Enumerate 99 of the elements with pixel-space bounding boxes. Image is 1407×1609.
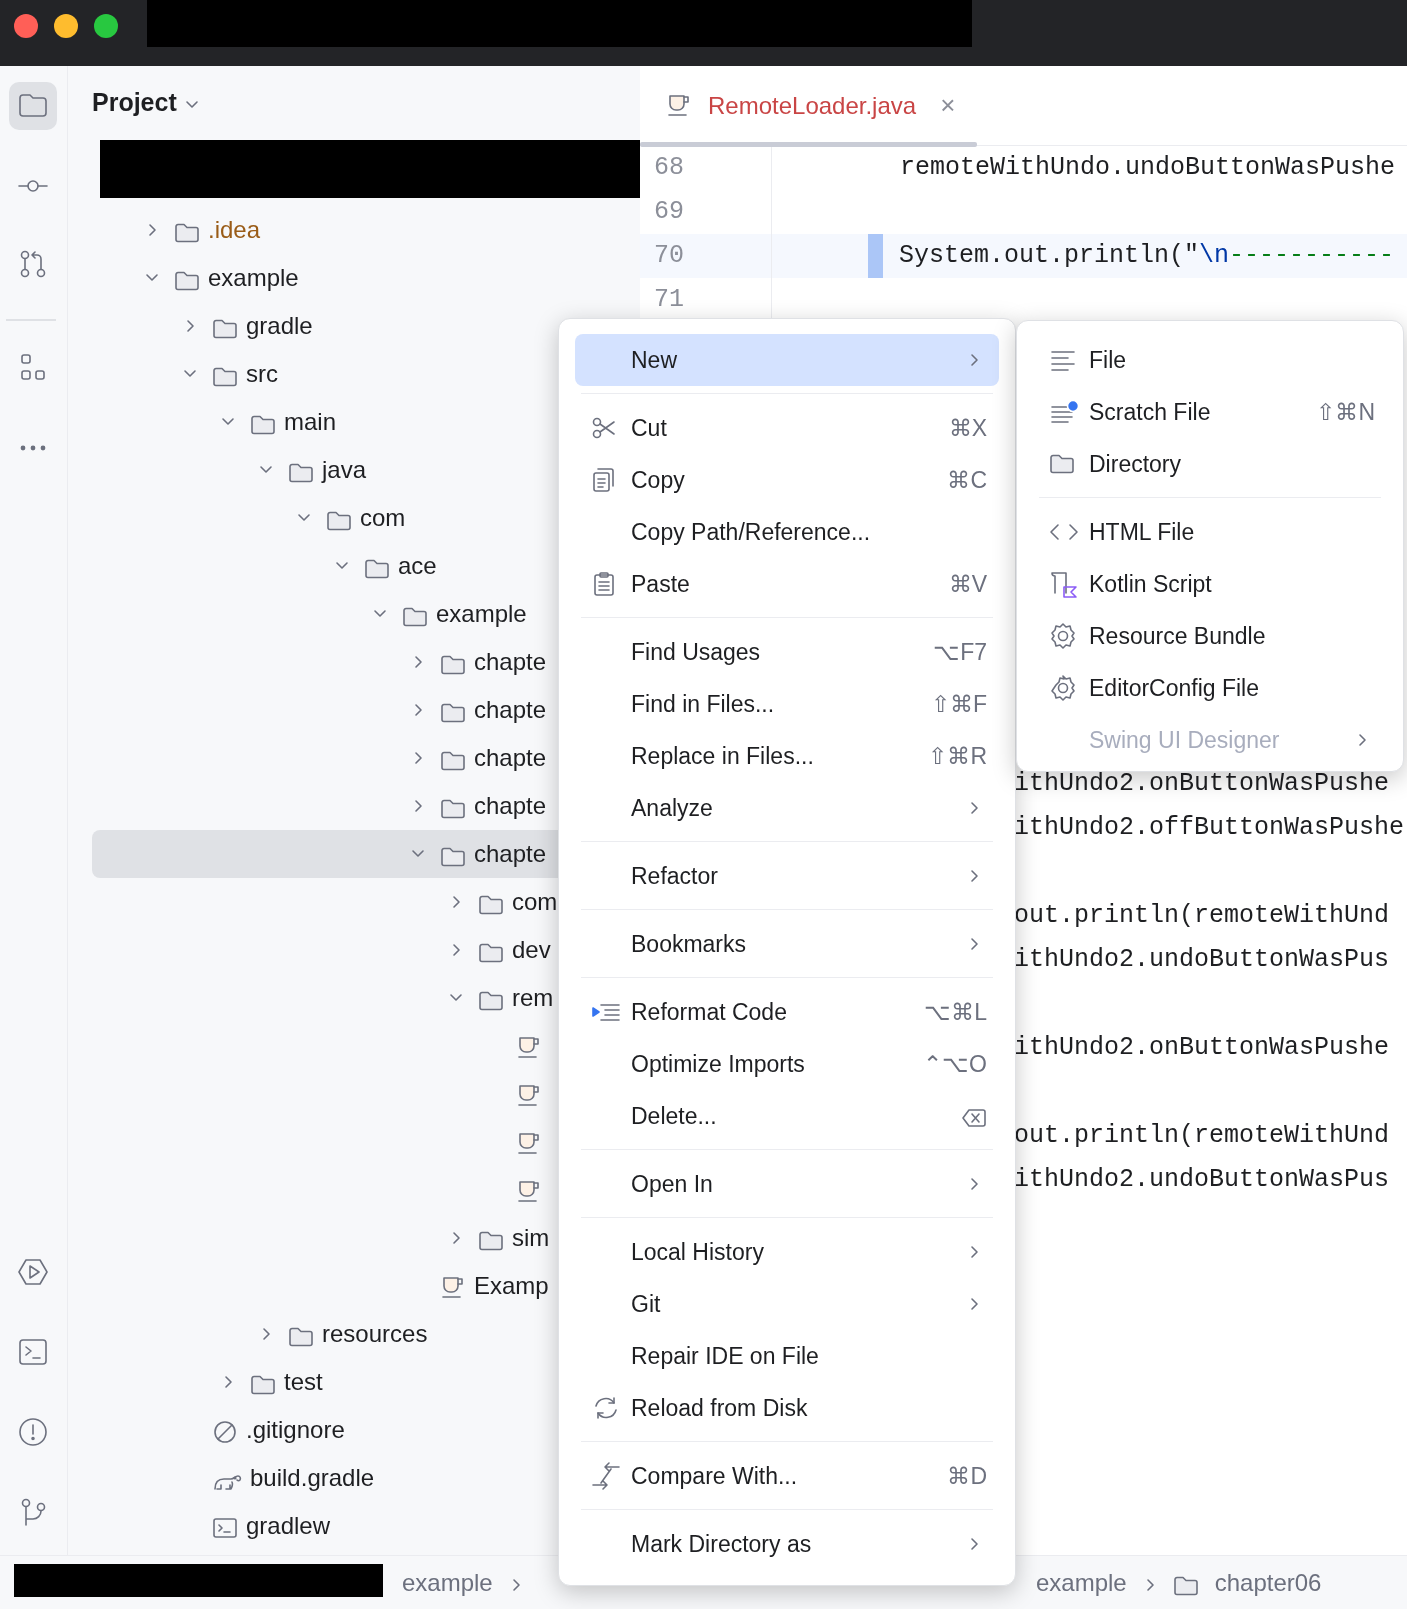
menu-item[interactable]: Scratch File ⇧⌘N bbox=[1033, 386, 1387, 438]
menu-item[interactable]: Repair IDE on File bbox=[575, 1330, 999, 1382]
menu-item[interactable]: Copy Path/Reference... bbox=[575, 506, 999, 558]
tab-title: RemoteLoader.java bbox=[708, 90, 917, 121]
line-number: 70 bbox=[640, 234, 772, 278]
tree-item[interactable]: chapte bbox=[474, 692, 547, 728]
code-line: ithUndo2.undoButtonWasPus bbox=[1014, 944, 1390, 977]
code-line: ithUndo2.undoButtonWasPus bbox=[1014, 1164, 1390, 1197]
code-line: ithUndo2.onButtonWasPushe bbox=[1014, 768, 1390, 801]
menu-item[interactable]: Paste ⌘V bbox=[575, 558, 999, 610]
code-line: remoteWithUndo.undoButtonWasPushe bbox=[900, 152, 1396, 185]
menu-item[interactable]: Directory bbox=[1033, 438, 1387, 490]
menu-item[interactable]: HTML File bbox=[1033, 506, 1387, 558]
editor-tab[interactable]: RemoteLoader.java × bbox=[640, 66, 978, 146]
shortcut-text: ⇧⌘N bbox=[1315, 397, 1375, 427]
tree-item[interactable]: sim bbox=[512, 1220, 550, 1256]
tree-item[interactable]: Examp bbox=[474, 1268, 549, 1304]
menu-item[interactable]: Optimize Imports ⌃⌥O bbox=[575, 1038, 999, 1090]
shortcut-text: ⌘V bbox=[947, 569, 987, 599]
compare-icon bbox=[591, 1461, 621, 1491]
code-line: System.out.println("\n----------- bbox=[899, 240, 1395, 273]
shortcut-text: ⌘C bbox=[946, 465, 987, 495]
menu-item[interactable]: Kotlin Script bbox=[1033, 558, 1387, 610]
close-window-button[interactable] bbox=[14, 14, 38, 38]
angle-brackets-icon bbox=[1049, 521, 1079, 543]
tree-item[interactable]: main bbox=[284, 404, 337, 440]
problems-icon[interactable] bbox=[17, 1416, 49, 1448]
tree-item[interactable]: chapte bbox=[474, 788, 547, 824]
tree-item[interactable]: chapte bbox=[474, 836, 547, 872]
shortcut-text: ⌥F7 bbox=[932, 637, 987, 667]
run-services-icon[interactable] bbox=[17, 1256, 49, 1288]
code-line: ithUndo2.offButtonWasPushe bbox=[1014, 812, 1405, 845]
gear-icon bbox=[1049, 674, 1077, 702]
tree-item[interactable]: rem bbox=[512, 980, 554, 1016]
tree-item[interactable]: src bbox=[246, 356, 278, 392]
tree-item[interactable]: build.gradle bbox=[250, 1460, 375, 1496]
scissors-icon bbox=[591, 415, 617, 441]
code-line: ithUndo2.onButtonWasPushe bbox=[1014, 1032, 1390, 1065]
tree-item[interactable]: example bbox=[436, 596, 527, 632]
submenu-item[interactable]: New bbox=[575, 334, 999, 386]
cup-icon bbox=[666, 92, 692, 119]
tree-item[interactable]: test bbox=[284, 1364, 323, 1400]
delete-key-icon bbox=[961, 1106, 987, 1129]
breadcrumb[interactable]: example bbox=[402, 1565, 493, 1601]
submenu-item[interactable]: Open In bbox=[575, 1158, 999, 1210]
ignore-icon bbox=[212, 1418, 238, 1445]
zoom-window-button[interactable] bbox=[94, 14, 118, 38]
breadcrumb[interactable]: chapter06 bbox=[1214, 1565, 1322, 1601]
tree-item[interactable]: java bbox=[322, 452, 367, 488]
panel-title[interactable]: Project bbox=[92, 84, 177, 122]
menu-item[interactable]: Find Usages ⌥F7 bbox=[575, 626, 999, 678]
menu-item[interactable]: Delete... bbox=[575, 1090, 999, 1142]
menu-item[interactable]: Replace in Files... ⇧⌘R bbox=[575, 730, 999, 782]
tree-item[interactable]: dev bbox=[512, 932, 551, 968]
terminal-file-icon bbox=[212, 1515, 238, 1540]
menu-item[interactable]: Reload from Disk bbox=[575, 1382, 999, 1434]
tree-item[interactable]: gradle bbox=[246, 308, 313, 344]
line-number: 68 bbox=[640, 146, 772, 190]
tree-item[interactable]: com bbox=[512, 884, 558, 920]
menu-item[interactable]: Compare With... ⌘D bbox=[575, 1450, 999, 1502]
scratch-file-icon bbox=[1049, 399, 1079, 425]
minimize-window-button[interactable] bbox=[54, 14, 78, 38]
shortcut-text: ⌥⌘L bbox=[923, 997, 987, 1027]
cup-icon bbox=[440, 1274, 466, 1301]
tree-item[interactable]: .gitignore bbox=[246, 1412, 345, 1448]
file-icon bbox=[1049, 348, 1077, 372]
copy-icon bbox=[591, 467, 617, 493]
breadcrumb[interactable]: example bbox=[1036, 1565, 1127, 1601]
submenu-item[interactable]: Bookmarks bbox=[575, 918, 999, 970]
shortcut-text: ⌘X bbox=[947, 413, 987, 443]
clipboard-icon bbox=[591, 571, 617, 597]
tree-item[interactable]: resources bbox=[322, 1316, 428, 1352]
menu-item[interactable]: Find in Files... ⇧⌘F bbox=[575, 678, 999, 730]
gear-icon bbox=[1049, 622, 1077, 650]
menu-item[interactable]: Reformat Code ⌥⌘L bbox=[575, 986, 999, 1038]
tree-item[interactable]: com bbox=[360, 500, 406, 536]
menu-item[interactable]: EditorConfig File bbox=[1033, 662, 1387, 714]
code-line: out.println(remoteWithUnd bbox=[1014, 1120, 1390, 1153]
menu-item[interactable]: Resource Bundle bbox=[1033, 610, 1387, 662]
code-line: out.println(remoteWithUnd bbox=[1014, 900, 1390, 933]
tree-item[interactable]: gradlew bbox=[246, 1508, 331, 1544]
tree-item[interactable]: chapte bbox=[474, 740, 547, 776]
menu-item[interactable]: File bbox=[1033, 334, 1387, 386]
shortcut-text: ⌘D bbox=[946, 1461, 987, 1491]
submenu-item[interactable]: Git bbox=[575, 1278, 999, 1330]
tree-item[interactable]: ace bbox=[398, 548, 437, 584]
change-marker bbox=[868, 234, 883, 278]
menu-item[interactable]: Cut ⌘X bbox=[575, 402, 999, 454]
shortcut-text: ⌃⌥O bbox=[922, 1049, 987, 1079]
shortcut-text: ⇧⌘F bbox=[929, 689, 987, 719]
submenu-item[interactable]: Mark Directory as bbox=[575, 1518, 999, 1570]
script-file-icon bbox=[1049, 569, 1079, 599]
shortcut-text: ⇧⌘R bbox=[927, 741, 987, 771]
submenu-item[interactable]: Local History bbox=[575, 1226, 999, 1278]
tree-item[interactable]: .idea bbox=[208, 212, 261, 248]
terminal-icon[interactable] bbox=[17, 1336, 49, 1368]
tree-item[interactable]: example bbox=[208, 260, 299, 296]
tree-item[interactable]: chapte bbox=[474, 644, 547, 680]
menu-item[interactable]: Copy ⌘C bbox=[575, 454, 999, 506]
